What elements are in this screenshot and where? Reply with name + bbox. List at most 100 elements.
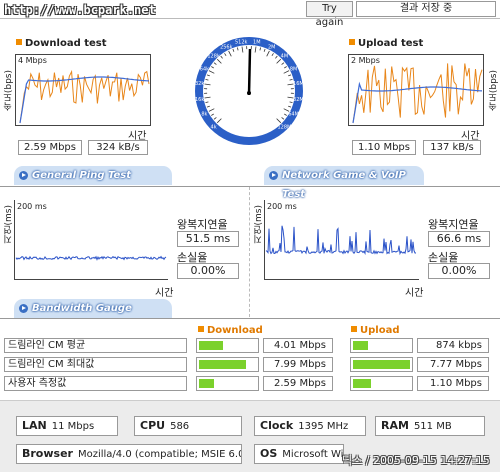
- download-ylabel: 속도(bps): [4, 70, 14, 112]
- upload-bar-track: [350, 376, 413, 391]
- bandwidth-download-header: Download: [198, 325, 263, 336]
- gauge-tick-label: 8k: [201, 112, 207, 118]
- ping-trace: [15, 255, 167, 261]
- game-voip-plot: 200 ms: [264, 200, 419, 280]
- vertical-divider: [249, 187, 250, 317]
- lan-value: 11 Mbps: [51, 421, 95, 432]
- lan-info: LAN 11 Mbps: [16, 416, 118, 436]
- game-voip-rtt-label: 왕복지연율: [428, 218, 479, 231]
- gauge-tick-label: 16k: [195, 97, 204, 103]
- browser-value: Mozilla/4.0 (compatible; MSIE 6.0: [77, 449, 242, 460]
- gauge-hub: [247, 91, 251, 95]
- upload-ylabel: 속도(bps): [489, 70, 499, 112]
- speed-trace: [352, 63, 483, 124]
- gauge-tick-label: 1M: [253, 40, 261, 46]
- gauge-tick-label: 4M: [281, 54, 289, 60]
- upload-plot: 2 Mbps: [348, 54, 484, 126]
- lan-label: LAN: [22, 419, 47, 432]
- gauge-tick-label: 4k: [211, 124, 217, 130]
- arrow-icon: [269, 171, 278, 180]
- download-bandwidth-value: 4.01 Mbps: [263, 338, 333, 353]
- general-ping-banner: General Ping Test: [14, 166, 172, 185]
- capture-timestamp: 딕스 / 2005-09-15 14:27:15: [342, 454, 490, 467]
- download-bar-track: [196, 338, 259, 353]
- section-divider: [0, 186, 500, 187]
- arrow-icon: [19, 304, 28, 313]
- general-ping-rtt-value: 51.5 ms: [177, 231, 239, 247]
- gauge-tick-label: 128k: [207, 54, 220, 60]
- general-ping-rtt-label: 왕복지연율: [177, 218, 228, 231]
- bandwidth-row-label: 사용자 측정값: [4, 376, 187, 391]
- upload-bandwidth-value: 874 kbps: [417, 338, 489, 353]
- gauge-tick-label: 512k: [235, 40, 248, 46]
- general-ping-loss-value: 0.00%: [177, 263, 239, 279]
- download-scale-label: 4 Mbps: [18, 56, 47, 65]
- gauge-tick-label: 256k: [220, 44, 233, 50]
- upload-bar-fill: [353, 341, 368, 350]
- ping-trace: [265, 225, 416, 256]
- upload-mbps-value: 1.10 Mbps: [352, 140, 416, 155]
- bandwidth-divider: [0, 318, 500, 319]
- bandwidth-row-label: 드림라인 CM 최대값: [4, 357, 187, 372]
- cpu-label: CPU: [140, 419, 166, 432]
- download-plot: 4 Mbps: [15, 54, 151, 126]
- ram-info: RAM 511 MB: [375, 416, 485, 436]
- download-graph: [19, 69, 150, 124]
- gauge-tick-label: 2M: [268, 44, 276, 50]
- bandwidth-banner-text: Bandwidth Gauge: [32, 303, 132, 314]
- upload-scale-label: 2 Mbps: [351, 56, 380, 65]
- ram-label: RAM: [381, 419, 409, 432]
- download-title: Download test: [16, 38, 107, 49]
- cpu-info: CPU 586: [134, 416, 242, 436]
- general-ping-xlabel: 시간: [155, 288, 174, 299]
- game-voip-scale-label: 200 ms: [267, 202, 297, 211]
- gauge-tick-label: 8M: [290, 66, 298, 72]
- average-trace: [352, 81, 483, 124]
- upload-kbs-value: 137 kB/s: [423, 140, 481, 155]
- download-mbps-value: 2.59 Mbps: [18, 140, 82, 155]
- gauge-tick-label: 32M: [293, 97, 304, 103]
- download-bar-track: [196, 357, 259, 372]
- title-square-icon: [198, 326, 204, 332]
- bandwidth-banner: Bandwidth Gauge: [14, 299, 172, 318]
- game-voip-xlabel: 시간: [405, 288, 424, 299]
- gauge-tick-label: 32k: [195, 81, 204, 87]
- header-divider: [0, 18, 500, 19]
- gauge-needle: [247, 48, 252, 96]
- bandwidth-upload-header-text: Upload: [360, 325, 400, 336]
- speed-test-window: http://www.bcpark.net Try again 결과 저장 중 …: [0, 0, 500, 472]
- download-title-text: Download test: [25, 38, 107, 49]
- bandwidth-row-label: 드림라인 CM 평균: [4, 338, 187, 353]
- browser-label: Browser: [22, 447, 73, 460]
- general-ping-scale-label: 200 ms: [17, 202, 47, 211]
- download-bar-fill: [199, 379, 214, 388]
- upload-bandwidth-value: 7.77 Mbps: [417, 357, 489, 372]
- game-voip-rtt-value: 66.6 ms: [428, 231, 490, 247]
- upload-bar-fill: [353, 379, 371, 388]
- download-bar-fill: [199, 341, 223, 350]
- clock-value: 1395 MHz: [298, 421, 349, 432]
- game-voip-banner: Network Game & VoIP Test: [264, 166, 424, 200]
- upload-title-text: Upload test: [358, 38, 424, 49]
- browser-info: Browser Mozilla/4.0 (compatible; MSIE 6.0: [16, 444, 242, 464]
- clock-label: Clock: [260, 419, 294, 432]
- download-bar-fill: [199, 360, 246, 369]
- bandwidth-download-header-text: Download: [207, 325, 263, 336]
- upload-bar-track: [350, 338, 413, 353]
- general-ping-plot: 200 ms: [14, 200, 168, 280]
- download-bandwidth-value: 7.99 Mbps: [263, 357, 333, 372]
- speed-gauge: 4k 8k 16k 32k 64k 128k256k512k 1M 2M 4M8M 16M 32M 6…: [195, 37, 304, 145]
- gauge-tick-label: 64M: [288, 112, 299, 118]
- upload-title: Upload test: [349, 38, 423, 49]
- upload-bandwidth-value: 1.10 Mbps: [417, 376, 489, 391]
- gauge-tick-label: 16M: [293, 81, 304, 87]
- title-square-icon: [16, 39, 22, 45]
- average-trace: [19, 76, 150, 124]
- download-kbs-value: 324 kB/s: [88, 140, 148, 155]
- general-ping-graph: [15, 255, 167, 261]
- os-label: OS: [260, 447, 278, 460]
- save-result-status: 결과 저장 중: [356, 1, 496, 17]
- upload-bar-fill: [353, 360, 410, 369]
- os-info: OS Microsoft Win: [254, 444, 344, 464]
- try-again-button[interactable]: Try again: [306, 1, 353, 28]
